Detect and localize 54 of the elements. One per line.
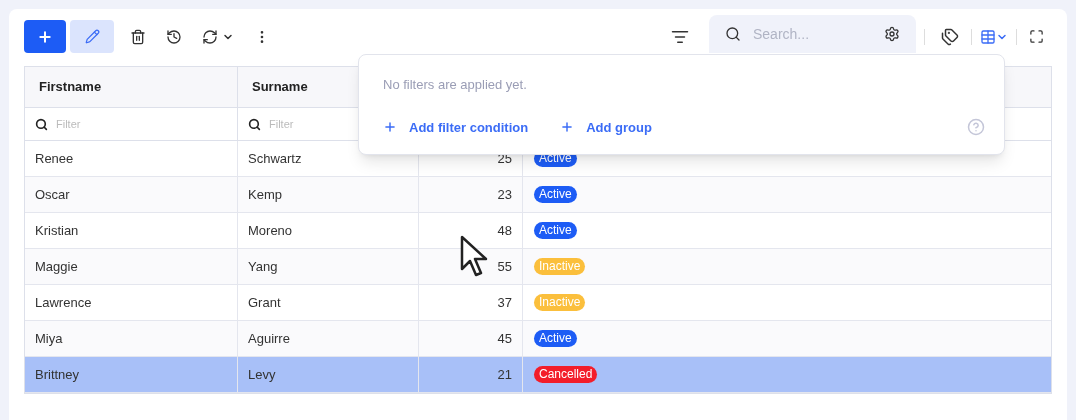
table-cell-text: 45 [497,329,512,348]
table-cell-text: Kristian [35,221,79,240]
table-cell-text: 37 [497,293,512,312]
table-cell-text: 55 [497,257,512,276]
status-badge: Active [534,186,577,203]
table-cell-text: Schwartz [248,149,302,168]
table-cell-text: Maggie [35,257,78,276]
table-row[interactable]: Brittney Levy 21 Cancelled [25,357,1051,393]
table-cell-text: Miya [35,329,63,348]
table-row[interactable]: Kristian Moreno 48 Active [25,213,1051,249]
edit-button[interactable] [70,20,114,53]
table-row[interactable]: Lawrence Grant 37 Inactive [25,285,1051,321]
trash-icon [130,28,146,45]
filter-field[interactable]: Filter [56,115,227,133]
table-cell-text: 48 [497,221,512,240]
plus-icon [37,28,53,45]
table-cell-text: Kemp [248,185,282,204]
tag-icon [941,27,959,46]
history-icon [166,28,182,45]
table-row[interactable]: Maggie Yang 55 Inactive [25,249,1051,285]
status-badge: Active [534,222,577,239]
table-cell-text: Brittney [35,365,80,384]
table-cell-text: Moreno [248,221,293,240]
plus-icon [560,120,575,135]
table-cell-text: Lawrence [35,293,92,312]
table-cell-text: Renee [35,149,74,168]
fullscreen-icon [1029,29,1044,44]
plus-icon [383,120,397,135]
table-row[interactable]: Oscar Kemp 23 Active [25,177,1051,213]
table-cell-text: Levy [248,365,276,384]
table-row[interactable]: Miya Aguirre 45 Active [25,321,1051,357]
table-cell-text: Yang [248,257,278,276]
search-bar[interactable]: Search... [709,15,916,53]
status-badge: Inactive [534,294,586,311]
table-cell-text: Aguirre [248,329,290,348]
status-badge: Active [534,330,577,347]
table-cell-text: 23 [497,185,512,204]
table-cell-text: Oscar [35,185,70,204]
column-header[interactable]: Firstname [25,67,238,107]
search-icon [248,117,261,131]
search-icon [35,117,48,131]
add-link[interactable]: Add group [560,117,652,137]
status-badge: Cancelled [534,366,598,383]
refresh-icon [202,28,218,45]
table-cell-text: Grant [248,293,281,312]
search-icon [725,26,741,42]
pencil-icon [84,29,100,44]
status-badge: Inactive [534,258,586,275]
add-button[interactable] [24,20,66,53]
table-cell-text: 21 [497,365,512,384]
mouse-pointer-icon [460,235,488,277]
table-icon [980,28,996,45]
search-field[interactable]: Search... [753,24,872,44]
settings-icon[interactable] [884,26,900,42]
